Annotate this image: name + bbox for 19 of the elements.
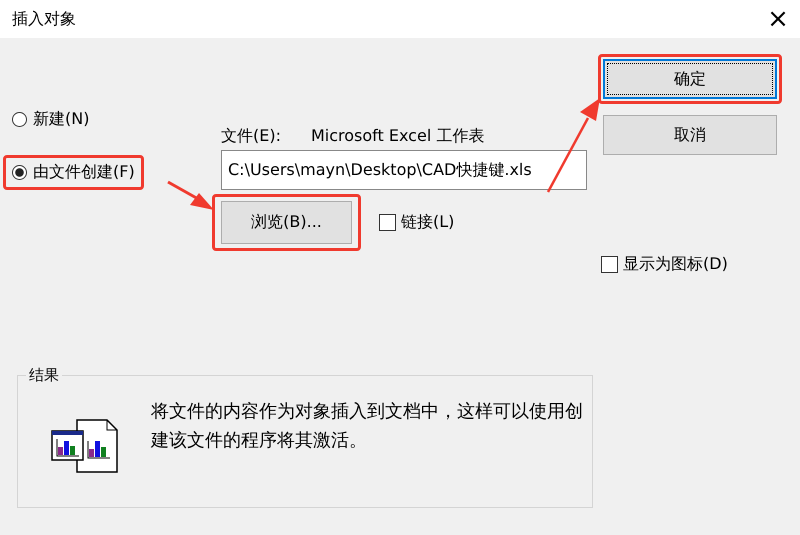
result-description: 将文件的内容作为对象插入到文档中，这样可以使用创建该文件的程序将其激活。 xyxy=(151,400,583,453)
radio-icon[interactable] xyxy=(12,165,27,180)
radio-option[interactable]: 由文件创建(F) xyxy=(12,162,135,183)
file-path-field[interactable]: C:\Users\mayn\Desktop\CAD快捷键.xls xyxy=(221,150,587,190)
window-title: 插入对象 xyxy=(12,8,76,30)
file-label: 文件(E): xyxy=(221,126,281,146)
browse-button[interactable]: 浏览(B)... xyxy=(221,201,352,244)
file-type: Microsoft Excel 工作表 xyxy=(310,126,484,146)
checkbox-icon[interactable] xyxy=(379,214,396,231)
dialog-button[interactable]: 取消 xyxy=(603,115,777,155)
checkbox-icon[interactable] xyxy=(601,256,618,273)
display-as-icon-checkbox[interactable]: 显示为图标(D) xyxy=(601,254,790,275)
dialog-button[interactable]: 确定 xyxy=(603,59,777,99)
radio-icon[interactable] xyxy=(12,112,27,127)
radio-option[interactable]: 新建(N) xyxy=(12,109,90,130)
close-button[interactable]: × xyxy=(756,0,800,38)
embedded-object-icon xyxy=(51,419,119,473)
link-checkbox[interactable]: 链接(L) xyxy=(379,212,454,233)
group-title: 结果 xyxy=(28,366,60,385)
